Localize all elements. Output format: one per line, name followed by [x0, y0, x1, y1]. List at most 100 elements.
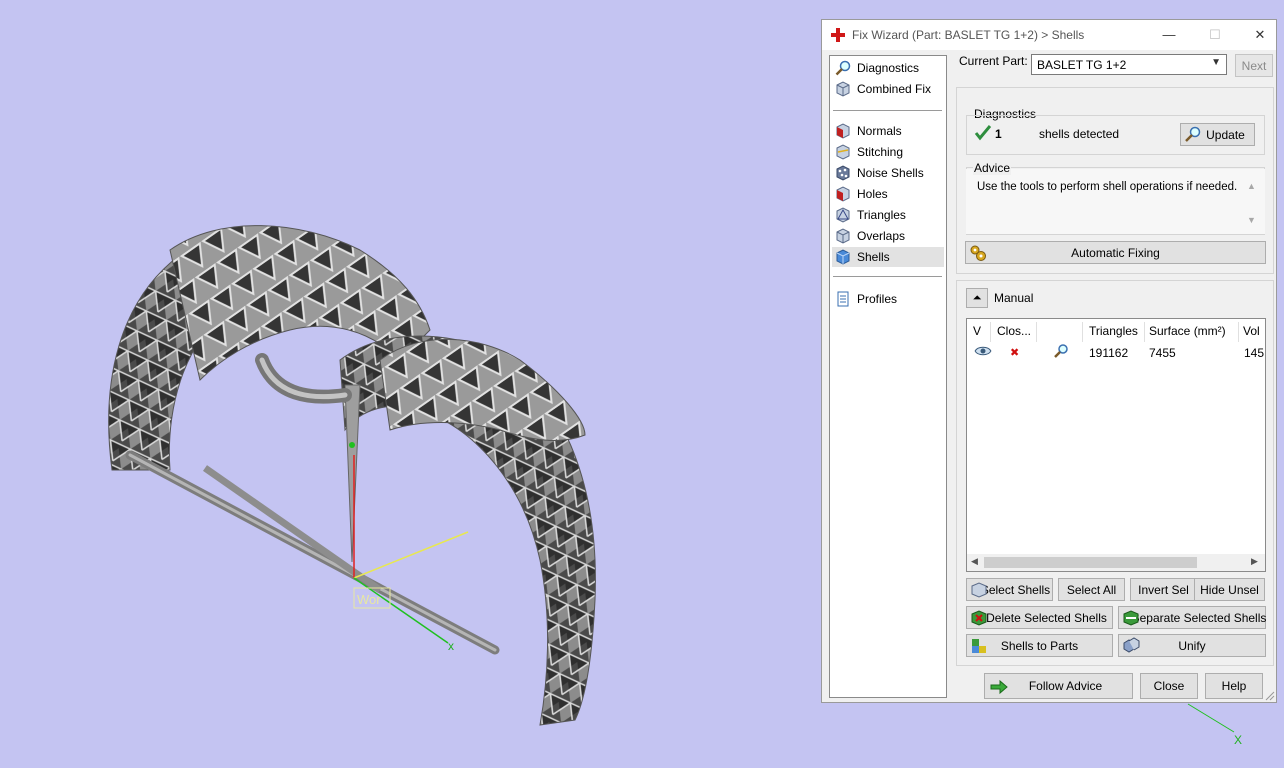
check-icon	[974, 125, 992, 141]
closed-status-icon: ✖	[1010, 347, 1020, 359]
shells-to-parts-button[interactable]: Shells to Parts	[966, 634, 1113, 657]
sidebar-item-label: Stitching	[857, 145, 904, 159]
sidebar-item-label: Profiles	[857, 292, 898, 306]
delete-cube-icon	[971, 610, 987, 626]
holes-cube-icon	[836, 186, 850, 202]
document-icon	[837, 291, 849, 307]
hide-unselected-button[interactable]: Hide Unsel	[1194, 578, 1265, 601]
overlaps-cube-icon	[836, 228, 850, 244]
chevron-up-icon: ⏶	[972, 291, 982, 304]
scrollbar-thumb[interactable]	[984, 557, 1197, 568]
gears-icon	[970, 245, 986, 261]
corner-x-axis-label: X	[1234, 733, 1242, 747]
scroll-down-icon[interactable]: ▼	[1247, 215, 1256, 225]
diagnostics-status: shells detected	[1039, 127, 1120, 141]
unify-label: Unify	[1178, 638, 1206, 653]
magnifier-icon	[835, 60, 851, 76]
sidebar-item-noise-shells[interactable]: Noise Shells	[832, 163, 944, 183]
world-axis-label: Wor	[357, 592, 381, 607]
resize-grip-icon[interactable]	[1263, 689, 1275, 701]
title-bar[interactable]: Fix Wizard (Part: BASLET TG 1+2) > Shell…	[822, 20, 1276, 50]
automatic-fixing-button[interactable]: Automatic Fixing	[965, 241, 1266, 264]
noise-shells-icon	[836, 165, 850, 181]
select-cube-icon	[971, 582, 987, 598]
cube-icon	[836, 81, 850, 97]
sidebar-item-holes[interactable]: Holes	[832, 184, 944, 204]
surface-value: 7455	[1149, 346, 1176, 360]
triangles-cube-icon	[836, 207, 850, 223]
collapse-manual-button[interactable]: ⏶	[966, 288, 988, 308]
current-part-value: BASLET TG 1+2	[1037, 58, 1127, 72]
sidebar-item-label: Overlaps	[857, 229, 906, 243]
sidebar: Diagnostics Combined Fix Normals Stitchi…	[829, 55, 947, 698]
sidebar-item-label: Shells	[857, 250, 890, 264]
column-header-triangles[interactable]: Triangles	[1085, 322, 1145, 342]
triangles-value: 191162	[1089, 346, 1129, 360]
advice-text: Use the tools to perform shell operation…	[977, 181, 1238, 193]
sidebar-item-profiles[interactable]: Profiles	[832, 289, 944, 309]
next-button[interactable]: Next	[1235, 54, 1273, 77]
select-shells-label: Select Shells	[980, 582, 1051, 597]
sidebar-item-diagnostics[interactable]: Diagnostics	[832, 58, 944, 78]
column-header-visible[interactable]: V	[969, 322, 991, 342]
sidebar-divider	[833, 276, 942, 277]
sidebar-item-label: Combined Fix	[857, 82, 932, 96]
horizontal-scrollbar[interactable]: ◀ ▶	[967, 554, 1265, 571]
scroll-up-icon[interactable]: ▲	[1247, 181, 1256, 191]
unify-button[interactable]: Unify	[1118, 634, 1266, 657]
close-window-button[interactable]: ✕	[1249, 25, 1271, 45]
unify-icon	[1123, 637, 1140, 653]
sidebar-item-shells[interactable]: Shells	[832, 247, 944, 267]
sidebar-item-normals[interactable]: Normals	[832, 121, 944, 141]
magnifier-icon[interactable]	[1053, 343, 1069, 359]
sidebar-item-combined-fix[interactable]: Combined Fix	[832, 79, 944, 99]
invert-selection-button[interactable]: Invert Sel	[1130, 578, 1197, 601]
sidebar-divider	[833, 110, 942, 111]
maximize-button[interactable]: ☐	[1204, 25, 1226, 45]
parts-icon	[972, 639, 986, 653]
3d-viewport[interactable]: Wor x X	[0, 0, 1242, 768]
update-label: Update	[1206, 127, 1245, 142]
window-title: Fix Wizard (Part: BASLET TG 1+2) > Shell…	[852, 28, 1085, 42]
delete-selected-shells-button[interactable]: Delete Selected Shells	[966, 606, 1113, 629]
sidebar-item-stitching[interactable]: Stitching	[832, 142, 944, 162]
shells-cube-icon	[836, 249, 850, 265]
current-part-dropdown[interactable]: BASLET TG 1+2 ▼	[1031, 54, 1227, 75]
chevron-down-icon: ▼	[1211, 57, 1221, 68]
sidebar-item-overlaps[interactable]: Overlaps	[832, 226, 944, 246]
sidebar-item-label: Triangles	[857, 208, 906, 222]
column-header-closed[interactable]: Clos...	[993, 322, 1037, 342]
column-header-detail[interactable]	[1037, 322, 1083, 342]
close-button[interactable]: Close	[1140, 673, 1198, 699]
eye-icon[interactable]	[974, 345, 992, 357]
automatic-fixing-label: Automatic Fixing	[1071, 245, 1160, 260]
manual-label: Manual	[994, 291, 1034, 305]
follow-advice-label: Follow Advice	[1028, 679, 1103, 693]
follow-advice-button[interactable]: Follow Advice	[984, 673, 1133, 699]
normals-cube-icon	[836, 123, 850, 139]
support-spike	[344, 384, 361, 563]
stitching-cube-icon	[836, 144, 850, 160]
column-header-surface[interactable]: Surface (mm²)	[1145, 322, 1239, 342]
sidebar-item-label: Holes	[857, 187, 888, 201]
column-header-volume[interactable]: Vol	[1239, 322, 1265, 342]
sidebar-item-triangles[interactable]: Triangles	[832, 205, 944, 225]
sidebar-item-label: Noise Shells	[857, 166, 924, 180]
minimize-button[interactable]: —	[1158, 25, 1180, 45]
select-all-button[interactable]: Select All	[1058, 578, 1125, 601]
update-button[interactable]: Update	[1180, 123, 1255, 146]
separate-selected-shells-button[interactable]: Separate Selected Shells	[1118, 606, 1266, 629]
sidebar-item-label: Normals	[857, 124, 902, 138]
volume-value: 145	[1244, 346, 1265, 360]
separate-selected-shells-label: Separate Selected Shells	[1131, 610, 1267, 625]
help-button[interactable]: Help	[1205, 673, 1263, 699]
y-axis	[353, 531, 469, 579]
shells-table[interactable]: V Clos... Triangles Surface (mm²) Vol ✖ …	[966, 318, 1266, 572]
shells-to-parts-label: Shells to Parts	[1000, 638, 1079, 653]
scroll-left-icon[interactable]: ◀	[971, 556, 978, 567]
scroll-right-icon[interactable]: ▶	[1251, 556, 1258, 567]
select-shells-button[interactable]: Select Shells	[966, 578, 1053, 601]
separate-cube-icon	[1123, 610, 1139, 626]
arrow-right-icon	[990, 679, 1008, 695]
ring-crown	[379, 338, 586, 441]
